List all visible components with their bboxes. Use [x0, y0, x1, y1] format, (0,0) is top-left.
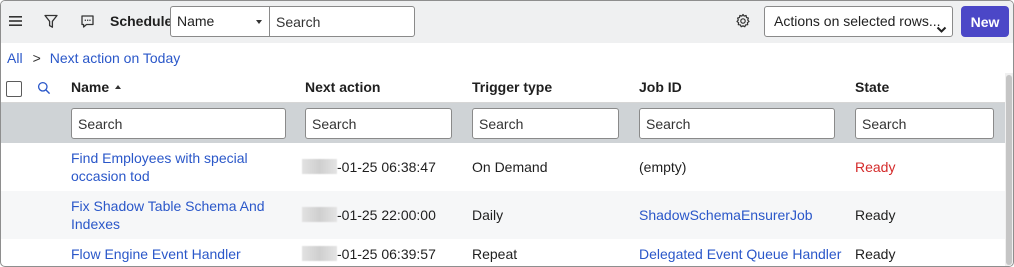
breadcrumb: All > Next action on Today: [7, 50, 180, 66]
scrollbar-thumb[interactable]: [1006, 75, 1012, 265]
filter-icon[interactable]: [40, 10, 62, 32]
row-job-id-link[interactable]: Delegated Event Queue Handler: [639, 245, 841, 263]
schedule-list-window: Schedule Name Actions on selected rows..…: [0, 0, 1014, 267]
column-header-name[interactable]: Name: [71, 79, 122, 95]
row-trigger-type: Repeat: [472, 246, 518, 262]
search-field-select-value: Name: [177, 13, 215, 29]
row-state: Ready: [855, 159, 896, 175]
chat-icon[interactable]: [76, 10, 98, 32]
table-row: Find Employees with special occasion tod…: [1, 143, 1005, 191]
redacted-year: [302, 159, 337, 174]
gear-icon[interactable]: [732, 10, 754, 32]
search-next-action-input[interactable]: [305, 108, 452, 139]
list-search-input[interactable]: [269, 6, 415, 37]
column-header-state[interactable]: State: [855, 79, 889, 95]
row-state: Ready: [855, 246, 896, 262]
row-trigger-type: On Demand: [472, 159, 548, 175]
list-header: Schedule Name Actions on selected rows..…: [1, 1, 1013, 43]
caret-down-icon: [256, 20, 262, 24]
row-name-link[interactable]: Flow Engine Event Handler: [71, 245, 241, 263]
breadcrumb-separator: >: [32, 50, 41, 66]
search-state-input[interactable]: [855, 108, 994, 139]
new-button[interactable]: New: [961, 6, 1009, 37]
table-row: Flow Engine Event Handler -01-25 06:39:5…: [1, 239, 1005, 266]
search-name-input[interactable]: [71, 108, 286, 139]
row-next-action: -01-25 06:38:47: [302, 158, 436, 176]
chevron-down-icon: [936, 16, 947, 45]
search-field-select[interactable]: Name: [170, 6, 270, 37]
magnifier-icon[interactable]: [33, 77, 55, 99]
column-header-job-id[interactable]: Job ID: [639, 79, 682, 95]
hamburger-menu-icon[interactable]: [5, 10, 27, 32]
sort-ascending-icon: [115, 85, 122, 89]
column-search-row: [1, 103, 1005, 143]
row-next-action: -01-25 22:00:00: [302, 206, 436, 224]
search-job-id-input[interactable]: [639, 108, 835, 139]
list-title: Schedule: [110, 13, 173, 29]
row-name-link[interactable]: Find Employees with special occasion tod: [71, 149, 248, 185]
row-job-id-link[interactable]: ShadowSchemaEnsurerJob: [639, 206, 813, 224]
redacted-year: [302, 207, 337, 222]
row-state: Ready: [855, 207, 896, 223]
search-trigger-type-input[interactable]: [472, 108, 619, 139]
vertical-scrollbar[interactable]: [1005, 73, 1013, 266]
breadcrumb-current[interactable]: Next action on Today: [50, 50, 181, 66]
row-next-action: -01-25 06:39:57: [302, 245, 436, 263]
redacted-year: [302, 246, 337, 261]
actions-select[interactable]: Actions on selected rows...: [764, 6, 953, 37]
actions-select-label: Actions on selected rows...: [774, 13, 941, 29]
column-header-trigger-type[interactable]: Trigger type: [472, 79, 552, 95]
row-name-link[interactable]: Fix Shadow Table Schema And Indexes: [71, 197, 265, 233]
row-job-id: (empty): [639, 159, 687, 175]
breadcrumb-all[interactable]: All: [7, 50, 23, 66]
select-all-checkbox[interactable]: [6, 81, 22, 97]
table-header: Name Next action Trigger type Job ID Sta…: [1, 73, 1005, 103]
column-header-next-action[interactable]: Next action: [305, 79, 380, 95]
table-row: Fix Shadow Table Schema And Indexes -01-…: [1, 191, 1005, 239]
row-trigger-type: Daily: [472, 207, 504, 223]
